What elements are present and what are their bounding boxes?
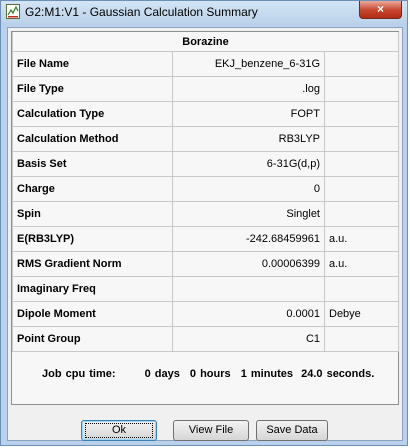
row-label: Calculation Type	[12, 101, 173, 127]
row-value: 0.0001	[172, 301, 325, 327]
row-unit	[323, 176, 400, 202]
gaussian-summary-window: G2:M1:V1 - Gaussian Calculation Summary …	[0, 0, 408, 446]
row-value: -242.68459961	[172, 226, 325, 252]
row-label: Spin	[12, 201, 173, 227]
row-value: EKJ_benzene_6-31G	[172, 51, 325, 77]
molecule-name: Borazine	[11, 32, 400, 52]
summary-table: Borazine File Name EKJ_benzene_6-31G Fil…	[11, 32, 400, 352]
row-unit	[323, 76, 400, 102]
row-value: RB3LYP	[172, 126, 325, 152]
window-title: G2:M1:V1 - Gaussian Calculation Summary	[25, 5, 258, 19]
dialog-body: Borazine File Name EKJ_benzene_6-31G Fil…	[7, 27, 403, 441]
row-label: File Type	[12, 76, 173, 102]
row-unit: a.u.	[323, 251, 400, 277]
row-label: Calculation Method	[12, 126, 173, 152]
row-value: Singlet	[172, 201, 325, 227]
row-imaginary-freq: Imaginary Freq	[12, 276, 400, 302]
row-value: C1	[172, 326, 325, 352]
cpu-time-label: Job cpu time:	[42, 368, 116, 380]
row-unit	[323, 201, 400, 227]
row-label: File Name	[12, 51, 173, 77]
row-unit	[323, 326, 400, 352]
cpu-time-hours: 0 hours	[189, 368, 231, 380]
row-value: 0	[172, 176, 325, 202]
summary-header-row: Borazine	[11, 32, 400, 52]
row-unit	[323, 151, 400, 177]
gaussview-app-icon	[6, 4, 20, 19]
job-cpu-time: Job cpu time: 0 days 0 hours 1 minutes 2…	[42, 368, 374, 380]
row-value	[172, 276, 325, 302]
cpu-time-minutes: 1 minutes	[240, 368, 294, 380]
save-data-button[interactable]: Save Data	[256, 420, 328, 441]
row-file-name: File Name EKJ_benzene_6-31G	[12, 51, 400, 77]
row-label: E(RB3LYP)	[12, 226, 173, 252]
row-rms-gradient-norm: RMS Gradient Norm 0.00006399 a.u.	[12, 251, 400, 277]
row-label: Point Group	[12, 326, 173, 352]
cpu-time-seconds: 24.0 seconds.	[301, 368, 375, 380]
focus-rect	[85, 423, 153, 438]
ok-button[interactable]: Ok	[81, 420, 157, 441]
cpu-time-days: 0 days	[144, 368, 180, 380]
view-file-button-label: View File	[188, 424, 234, 436]
row-unit	[323, 276, 400, 302]
title-bar[interactable]: G2:M1:V1 - Gaussian Calculation Summary …	[1, 1, 407, 23]
save-data-button-label: Save Data	[266, 424, 318, 436]
row-label: Imaginary Freq	[12, 276, 173, 302]
row-unit	[323, 126, 400, 152]
row-basis-set: Basis Set 6-31G(d,p)	[12, 151, 400, 177]
row-energy: E(RB3LYP) -242.68459961 a.u.	[12, 226, 400, 252]
row-unit: Debye	[323, 301, 400, 327]
row-value: .log	[172, 76, 325, 102]
summary-panel: Borazine File Name EKJ_benzene_6-31G Fil…	[11, 31, 400, 405]
row-spin: Spin Singlet	[12, 201, 400, 227]
row-label: Basis Set	[12, 151, 173, 177]
row-unit	[323, 101, 400, 127]
row-point-group: Point Group C1	[12, 326, 400, 352]
row-value: 0.00006399	[172, 251, 325, 277]
row-charge: Charge 0	[12, 176, 400, 202]
row-unit	[323, 51, 400, 77]
row-calculation-method: Calculation Method RB3LYP	[12, 126, 400, 152]
row-label: Dipole Moment	[12, 301, 173, 327]
row-calculation-type: Calculation Type FOPT	[12, 101, 400, 127]
close-icon[interactable]: ×	[359, 1, 402, 19]
row-label: RMS Gradient Norm	[12, 251, 173, 277]
row-file-type: File Type .log	[12, 76, 400, 102]
row-value: FOPT	[172, 101, 325, 127]
row-unit: a.u.	[323, 226, 400, 252]
row-label: Charge	[12, 176, 173, 202]
row-dipole-moment: Dipole Moment 0.0001 Debye	[12, 301, 400, 327]
view-file-button[interactable]: View File	[173, 420, 249, 441]
row-value: 6-31G(d,p)	[172, 151, 325, 177]
